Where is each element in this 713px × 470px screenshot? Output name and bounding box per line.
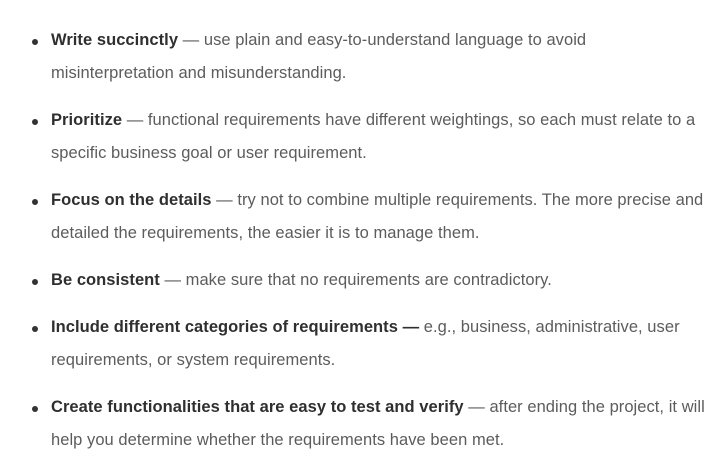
list-item: Be consistent — make sure that no requir… (22, 264, 705, 297)
list-item: Prioritize — functional requirements hav… (22, 104, 705, 170)
list-item-term: Prioritize (51, 111, 123, 129)
list-item: Focus on the details — try not to combin… (22, 184, 705, 250)
list-item: Include different categories of requirem… (22, 311, 705, 377)
bullet-icon (32, 279, 38, 285)
list-item: Write succinctly — use plain and easy-to… (22, 24, 705, 90)
list-item: Create functionalities that are easy to … (22, 391, 705, 457)
requirements-tips-list: Write succinctly — use plain and easy-to… (0, 0, 713, 457)
list-item-description: — functional requirements have different… (51, 111, 696, 162)
bullet-icon (32, 119, 38, 125)
list-item-term: Create functionalities that are easy to … (51, 398, 464, 416)
bullet-icon (32, 199, 38, 205)
bullet-icon (32, 406, 38, 412)
list-item-term: Write succinctly (51, 31, 179, 49)
list-item-term: Focus on the details (51, 191, 212, 209)
list-item-term: Be consistent (51, 271, 160, 289)
list-item-description: — make sure that no requirements are con… (159, 271, 552, 289)
list-item-term: Include different categories of requirem… (51, 318, 420, 336)
bullet-icon (32, 326, 38, 332)
bullet-icon (32, 39, 38, 45)
